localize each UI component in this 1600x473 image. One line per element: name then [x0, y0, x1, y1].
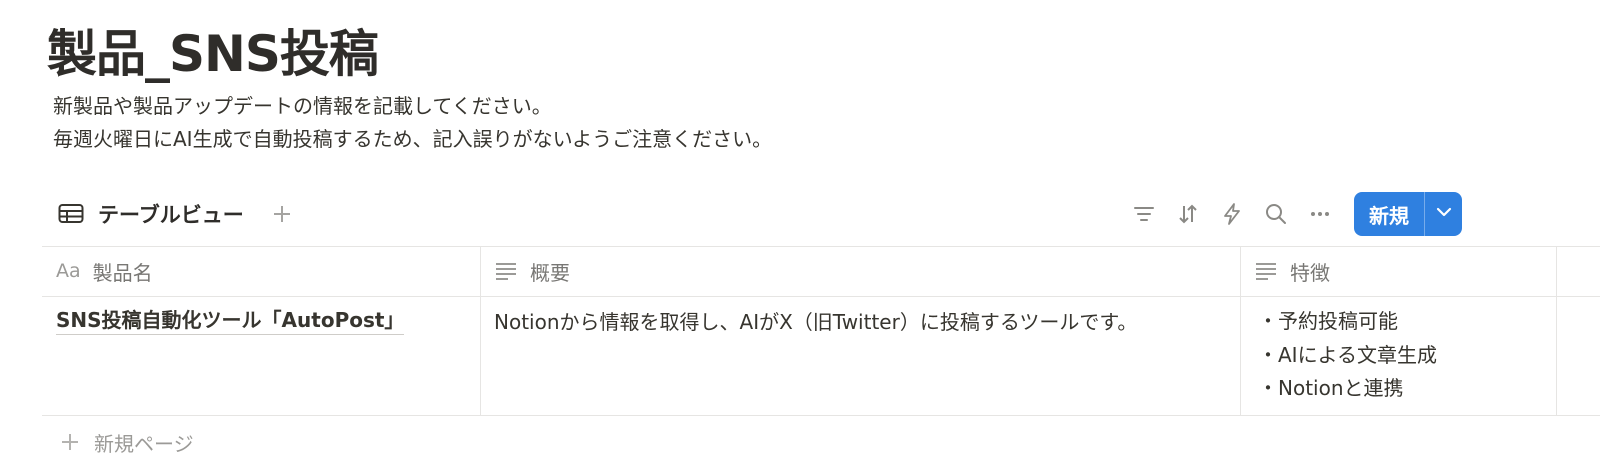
- new-page-button[interactable]: 新規ページ: [60, 426, 194, 458]
- text-lines-icon: [1254, 260, 1278, 282]
- feature-item: ・予約投稿可能: [1258, 309, 1398, 333]
- view-toolbar: テーブルビュー 新規: [44, 192, 1462, 236]
- new-options-button[interactable]: [1425, 192, 1462, 236]
- table-header-border: [42, 296, 1600, 297]
- chevron-down-icon: [1435, 203, 1453, 225]
- feature-item: ・AIによる文章生成: [1258, 342, 1437, 367]
- filter-icon[interactable]: [1132, 202, 1156, 226]
- column-divider: [480, 246, 481, 416]
- automation-icon[interactable]: [1220, 202, 1244, 226]
- page-description-line-2: 毎週火曜日にAI生成で自動投稿するため、記入誤りがないようご注意ください。: [53, 127, 773, 151]
- column-header-label: 製品名: [92, 260, 153, 285]
- page-title[interactable]: 製品_SNS投稿: [47, 22, 379, 86]
- column-header-summary[interactable]: 概要: [494, 246, 570, 296]
- cell-summary[interactable]: Notionから情報を取得し、AIがX（旧Twitter）に投稿するツールです。: [494, 306, 1137, 339]
- title-property-icon: Aa: [56, 260, 81, 282]
- column-header-name[interactable]: Aa 製品名: [56, 246, 153, 296]
- cell-features[interactable]: ・予約投稿可能 ・AIによる文章生成 ・Notionと連携: [1258, 305, 1437, 406]
- new-button-group: 新規: [1354, 192, 1462, 236]
- sort-icon[interactable]: [1176, 202, 1200, 226]
- text-lines-icon: [494, 260, 518, 282]
- table-icon: [58, 203, 84, 225]
- column-divider: [1240, 246, 1241, 416]
- more-icon[interactable]: [1308, 202, 1332, 226]
- new-page-label: 新規ページ: [94, 431, 194, 456]
- table-row-border: [42, 415, 1600, 416]
- plus-icon: [60, 432, 80, 452]
- page-description-line-1: 新製品や製品アップデートの情報を記載してください。: [53, 94, 552, 118]
- column-header-label: 概要: [530, 260, 570, 285]
- view-tab-table[interactable]: テーブルビュー: [58, 192, 244, 236]
- new-button[interactable]: 新規: [1354, 192, 1424, 236]
- table-top-border: [42, 246, 1600, 247]
- view-tab-label: テーブルビュー: [98, 203, 244, 227]
- column-divider: [1556, 246, 1557, 416]
- cell-product-name[interactable]: SNS投稿自動化ツール「AutoPost」: [56, 306, 405, 335]
- feature-item: ・Notionと連携: [1258, 376, 1404, 400]
- column-header-features[interactable]: 特徴: [1254, 246, 1330, 296]
- column-header-label: 特徴: [1290, 260, 1330, 285]
- search-icon[interactable]: [1264, 202, 1288, 226]
- add-view-icon[interactable]: [270, 202, 294, 226]
